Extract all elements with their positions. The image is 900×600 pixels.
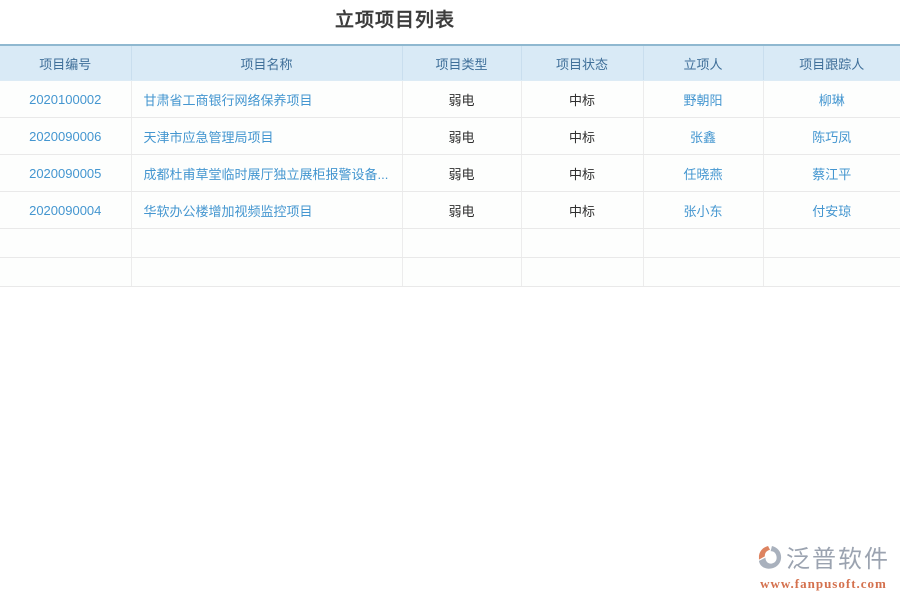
empty-table-row (0, 229, 900, 258)
column-header-number: 项目编号 (0, 45, 131, 81)
table-row: 2020090005成都杜甫草堂临时展厅独立展柜报警设备...弱电中标任晓燕蔡江… (0, 155, 900, 192)
cell-type: 弱电 (402, 118, 521, 155)
cell-name[interactable]: 天津市应急管理局项目 (131, 118, 402, 155)
table-header-row: 项目编号项目名称项目类型项目状态立项人项目跟踪人 (0, 45, 900, 81)
empty-cell (402, 258, 521, 287)
table-row: 2020100002甘肃省工商银行网络保养项目弱电中标野朝阳柳琳 (0, 81, 900, 118)
column-header-type: 项目类型 (402, 45, 521, 81)
cell-number[interactable]: 2020090005 (0, 155, 131, 192)
cell-tracker[interactable]: 陈巧凤 (763, 118, 900, 155)
cell-name[interactable]: 甘肃省工商银行网络保养项目 (131, 81, 402, 118)
cell-status: 中标 (521, 155, 643, 192)
column-header-name: 项目名称 (131, 45, 402, 81)
cell-number[interactable]: 2020090006 (0, 118, 131, 155)
fanpu-logo-text: 泛普软件 (786, 546, 890, 574)
cell-initiator[interactable]: 张小东 (643, 192, 763, 229)
cell-name[interactable]: 成都杜甫草堂临时展厅独立展柜报警设备... (131, 155, 402, 192)
empty-cell (763, 229, 900, 258)
project-table: 项目编号项目名称项目类型项目状态立项人项目跟踪人 2020100002甘肃省工商… (0, 44, 900, 287)
column-header-status: 项目状态 (521, 45, 643, 81)
cell-tracker[interactable]: 付安琼 (763, 192, 900, 229)
empty-cell (0, 229, 131, 258)
cell-tracker[interactable]: 柳琳 (763, 81, 900, 118)
cell-type: 弱电 (402, 81, 521, 118)
cell-type: 弱电 (402, 192, 521, 229)
empty-cell (0, 258, 131, 287)
cell-number[interactable]: 2020090004 (0, 192, 131, 229)
empty-cell (643, 258, 763, 287)
table-row: 2020090004华软办公楼增加视频监控项目弱电中标张小东付安琼 (0, 192, 900, 229)
column-header-tracker: 项目跟踪人 (763, 45, 900, 81)
empty-cell (131, 229, 402, 258)
empty-cell (402, 229, 521, 258)
page-title: 立项项目列表 (0, 9, 790, 33)
fanpu-logo-icon (757, 543, 783, 576)
cell-status: 中标 (521, 81, 643, 118)
empty-table-row (0, 258, 900, 287)
cell-initiator[interactable]: 野朝阳 (643, 81, 763, 118)
table-body: 2020100002甘肃省工商银行网络保养项目弱电中标野朝阳柳琳20200900… (0, 81, 900, 287)
cell-tracker[interactable]: 蔡江平 (763, 155, 900, 192)
empty-cell (521, 258, 643, 287)
empty-cell (131, 258, 402, 287)
title-bar: 立项项目列表 (0, 0, 790, 33)
cell-initiator[interactable]: 张鑫 (643, 118, 763, 155)
cell-status: 中标 (521, 118, 643, 155)
cell-number[interactable]: 2020100002 (0, 81, 131, 118)
table-row: 2020090006天津市应急管理局项目弱电中标张鑫陈巧凤 (0, 118, 900, 155)
empty-cell (643, 229, 763, 258)
fanpu-website-link[interactable]: www.fanpusoft.com (757, 576, 890, 592)
cell-status: 中标 (521, 192, 643, 229)
column-header-initiator: 立项人 (643, 45, 763, 81)
empty-cell (521, 229, 643, 258)
cell-initiator[interactable]: 任晓燕 (643, 155, 763, 192)
fanpu-logo: 泛普软件 www.fanpusoft.com (757, 543, 890, 592)
cell-type: 弱电 (402, 155, 521, 192)
cell-name[interactable]: 华软办公楼增加视频监控项目 (131, 192, 402, 229)
empty-cell (763, 258, 900, 287)
